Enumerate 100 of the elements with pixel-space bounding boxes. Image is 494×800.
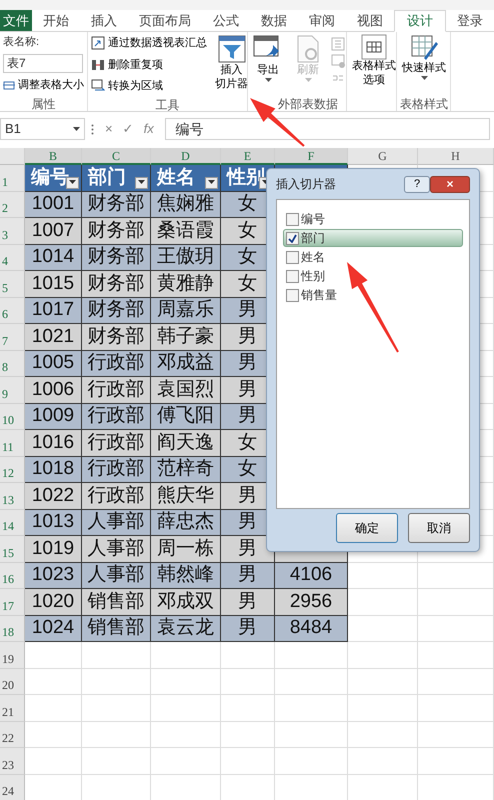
quick-styles-button[interactable]: 快速样式 — [400, 34, 448, 95]
row-header[interactable]: 6 — [0, 298, 25, 324]
empty-cell[interactable] — [221, 695, 275, 722]
field-list-item[interactable]: 姓名 — [283, 248, 463, 266]
empty-cell[interactable] — [418, 642, 494, 668]
select-all-corner[interactable] — [0, 148, 25, 165]
empty-cell[interactable] — [348, 748, 418, 774]
empty-cell[interactable] — [418, 562, 494, 589]
ribbon-tab[interactable]: 开始 — [32, 10, 80, 31]
row-header[interactable]: 12 — [0, 456, 25, 483]
empty-cell[interactable] — [418, 722, 494, 748]
row-header[interactable]: 13 — [0, 483, 25, 510]
column-header[interactable]: B — [25, 148, 82, 165]
row-header[interactable]: 17 — [0, 589, 25, 616]
empty-cell[interactable] — [348, 722, 418, 748]
checkbox[interactable] — [286, 270, 299, 282]
table-style-options-button[interactable]: 表格样式 选项 — [350, 34, 398, 95]
row-header[interactable]: 9 — [0, 377, 25, 404]
ribbon-tab[interactable]: 设计 — [394, 10, 446, 32]
row-header[interactable]: 19 — [0, 642, 25, 668]
empty-cell[interactable] — [275, 695, 348, 722]
cancel-button[interactable]: × — [100, 119, 118, 139]
row-header[interactable]: 1 — [0, 165, 25, 192]
empty-cell[interactable] — [221, 642, 275, 668]
ribbon-command[interactable]: 删除重复项 — [91, 56, 207, 74]
empty-cell[interactable] — [82, 668, 151, 695]
field-list-item[interactable]: 销售量 — [283, 286, 463, 304]
ribbon-tab[interactable]: 页面布局 — [128, 10, 202, 31]
ribbon-tab[interactable]: 公式 — [202, 10, 250, 31]
insert-slicer-button[interactable]: 插入 切片器 — [213, 34, 250, 96]
insert-function-button[interactable]: fx — [138, 119, 159, 139]
empty-cell[interactable] — [151, 748, 221, 774]
row-header[interactable]: 2 — [0, 192, 25, 218]
field-list-item[interactable]: 性别 — [283, 267, 463, 285]
column-header[interactable]: D — [151, 148, 221, 165]
empty-cell[interactable] — [275, 748, 348, 774]
empty-cell[interactable] — [82, 695, 151, 722]
empty-cell[interactable] — [418, 616, 494, 642]
help-button[interactable]: ? — [404, 176, 430, 192]
empty-cell[interactable] — [82, 642, 151, 668]
row-header[interactable]: 24 — [0, 774, 25, 800]
resize-table-button[interactable]: 调整表格大小 — [3, 76, 84, 94]
empty-cell[interactable] — [275, 642, 348, 668]
row-header[interactable]: 5 — [0, 271, 25, 298]
filter-button[interactable] — [205, 176, 218, 188]
empty-cell[interactable] — [348, 695, 418, 722]
column-header[interactable]: C — [82, 148, 151, 165]
empty-cell[interactable] — [275, 722, 348, 748]
checkbox[interactable] — [286, 212, 299, 226]
empty-cell[interactable] — [348, 668, 418, 695]
formula-field[interactable]: 编号 — [164, 118, 490, 140]
row-header[interactable]: 3 — [0, 218, 25, 244]
row-header[interactable]: 10 — [0, 404, 25, 430]
row-header[interactable]: 8 — [0, 350, 25, 377]
row-header[interactable]: 16 — [0, 562, 25, 589]
empty-cell[interactable] — [418, 668, 494, 695]
empty-cell[interactable] — [418, 695, 494, 722]
empty-cell[interactable] — [221, 748, 275, 774]
filter-button[interactable] — [135, 176, 148, 188]
column-header[interactable]: E — [221, 148, 275, 165]
ok-button[interactable]: 确定 — [336, 513, 398, 543]
close-button[interactable]: × — [430, 176, 470, 192]
checkbox[interactable] — [286, 232, 299, 244]
row-header[interactable]: 15 — [0, 536, 25, 562]
row-header[interactable]: 18 — [0, 616, 25, 642]
empty-cell[interactable] — [221, 722, 275, 748]
field-list-item[interactable]: 编号 — [283, 210, 463, 228]
empty-cell[interactable] — [221, 668, 275, 695]
column-header[interactable]: G — [348, 148, 418, 165]
row-header[interactable]: 20 — [0, 668, 25, 695]
row-header[interactable]: 11 — [0, 430, 25, 456]
ribbon-command[interactable]: 通过数据透视表汇总 — [91, 34, 207, 52]
column-header[interactable]: H — [418, 148, 494, 165]
checkbox[interactable] — [286, 250, 299, 264]
row-header[interactable]: 14 — [0, 510, 25, 536]
export-button[interactable]: 导出 — [251, 34, 285, 95]
sign-in-link[interactable]: 登录 — [446, 10, 494, 31]
cancel-button[interactable]: 取消 — [408, 513, 470, 543]
checkbox[interactable] — [286, 288, 299, 302]
row-header[interactable]: 21 — [0, 695, 25, 722]
column-header[interactable]: F — [275, 148, 348, 165]
empty-cell[interactable] — [82, 748, 151, 774]
ribbon-tab[interactable]: 审阅 — [298, 10, 346, 31]
ribbon-tab[interactable]: 数据 — [250, 10, 298, 31]
empty-cell[interactable] — [151, 722, 221, 748]
enter-button[interactable]: ✓ — [118, 119, 139, 139]
ribbon-tab[interactable]: 插入 — [80, 10, 128, 31]
empty-cell[interactable] — [348, 642, 418, 668]
empty-cell[interactable] — [418, 589, 494, 616]
row-header[interactable]: 7 — [0, 324, 25, 350]
empty-cell[interactable] — [418, 748, 494, 774]
empty-cell[interactable] — [275, 668, 348, 695]
ribbon-tab[interactable]: 文件 — [0, 10, 32, 31]
empty-cell[interactable] — [151, 668, 221, 695]
table-name-field[interactable]: 表7 — [3, 54, 83, 72]
empty-cell[interactable] — [151, 695, 221, 722]
empty-cell[interactable] — [82, 722, 151, 748]
empty-cell[interactable] — [151, 642, 221, 668]
row-header[interactable]: 23 — [0, 748, 25, 774]
row-header[interactable]: 22 — [0, 722, 25, 748]
